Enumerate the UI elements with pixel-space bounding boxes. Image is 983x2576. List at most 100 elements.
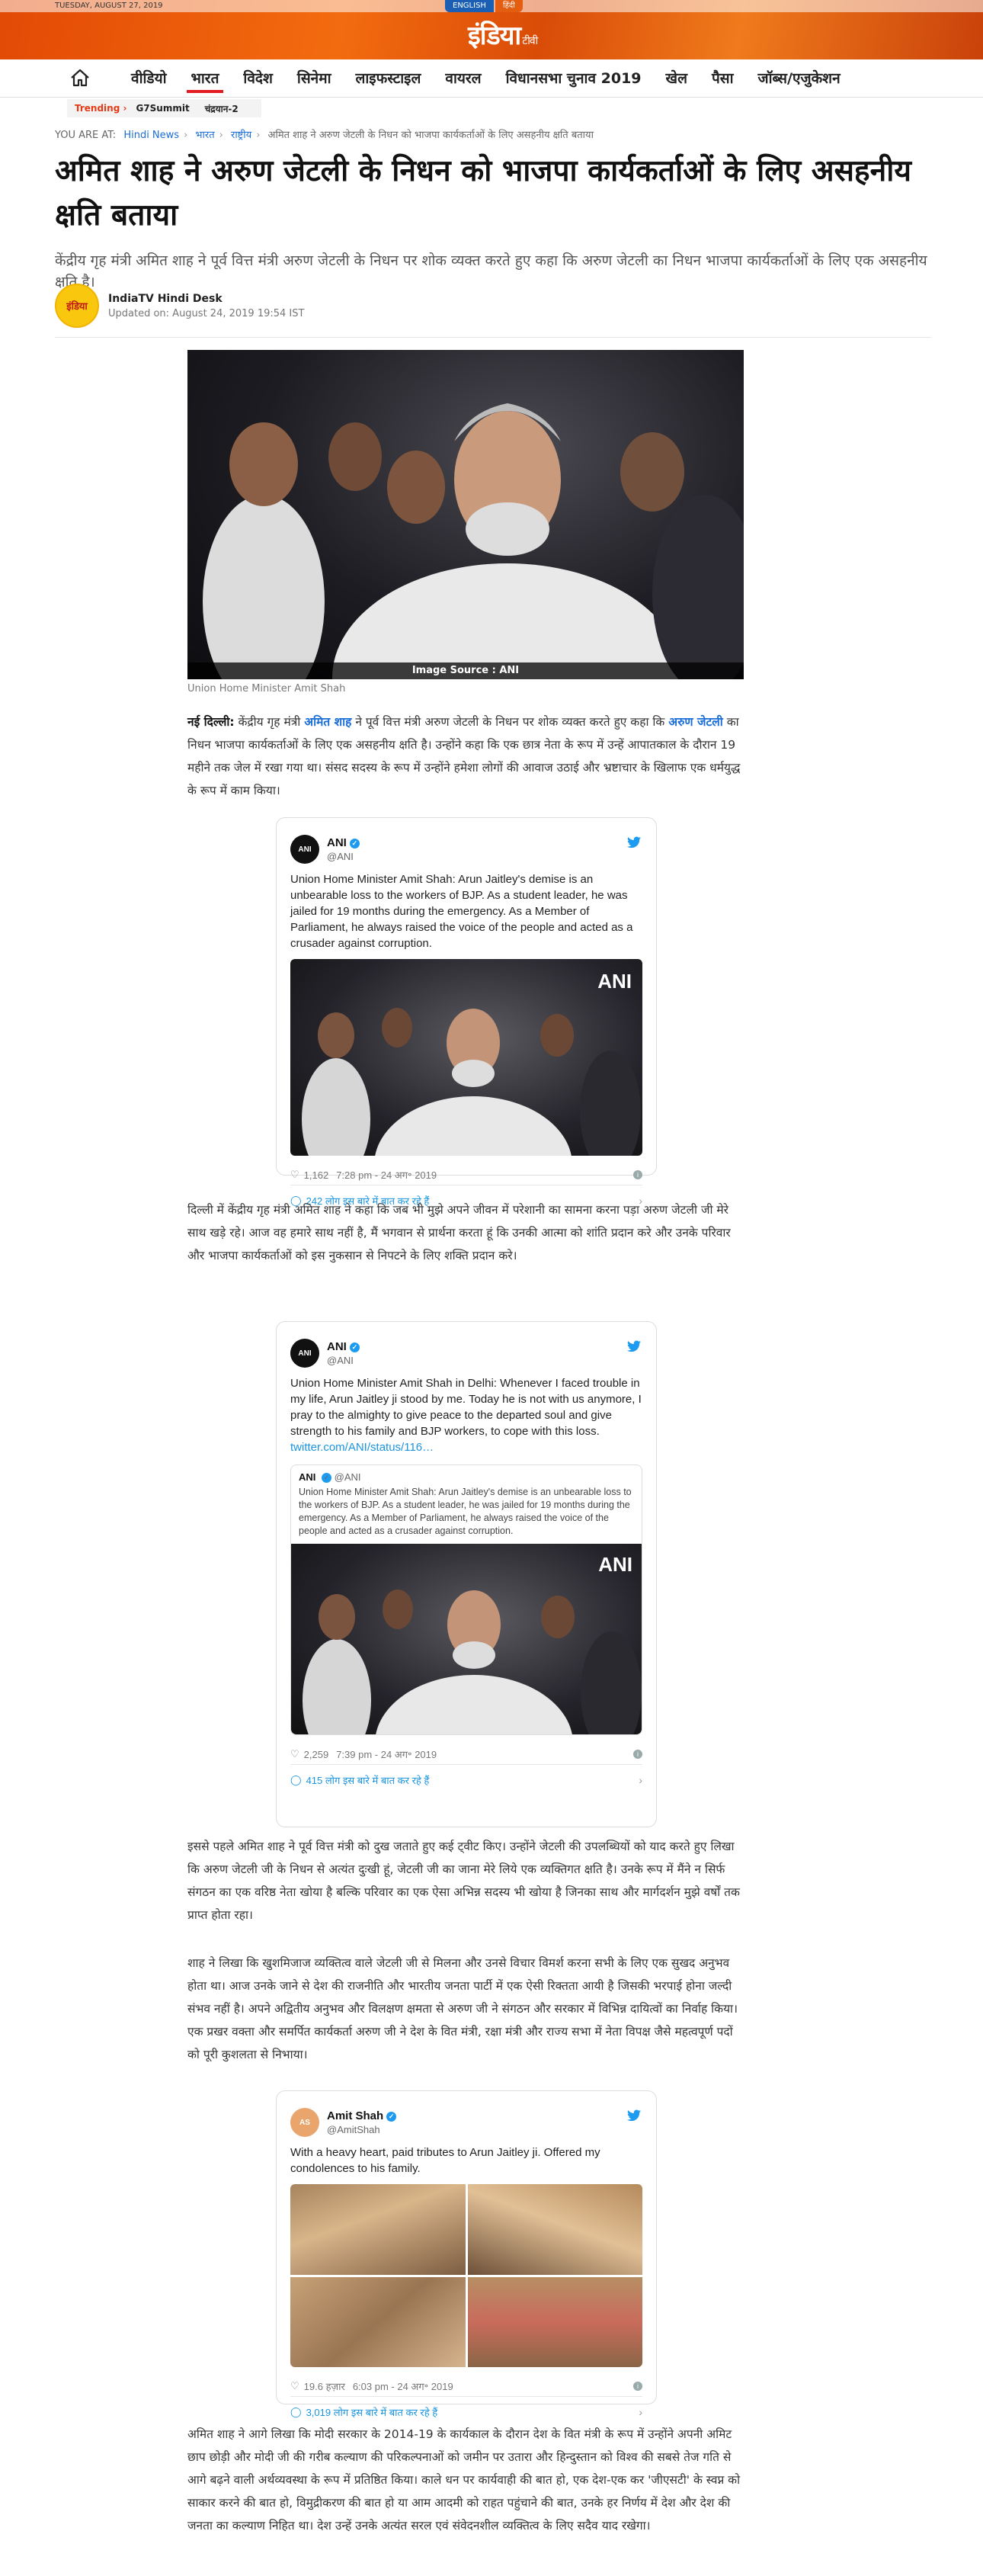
trending-link[interactable]: चंद्रयान-2 <box>205 102 239 115</box>
tweet-meta: ♡ 2,259 7:39 pm - 24 अग॰ 2019 i <box>277 1735 656 1764</box>
watermark: ANI <box>598 1553 632 1577</box>
twitter-bird-icon[interactable] <box>627 2109 641 2122</box>
tweet-author[interactable]: ANI ✓ <box>327 1340 360 1353</box>
tweet-time[interactable]: 7:39 pm - 24 अग॰ 2019 <box>336 1747 437 1761</box>
breadcrumb-home[interactable]: Hindi News <box>123 130 179 141</box>
info-icon[interactable]: i <box>633 2382 642 2391</box>
tag-link-amit-shah[interactable]: अमित शाह <box>304 715 351 729</box>
author-block: इंडिया IndiaTV Hindi Desk Updated on: Au… <box>55 284 304 328</box>
tweet-text: With a heavy heart, paid tributes to Aru… <box>290 2146 600 2175</box>
like-count: 1,162 <box>303 1169 329 1181</box>
twitter-bird-icon[interactable] <box>627 1340 641 1352</box>
tweet-avatar[interactable]: ANI <box>290 1339 319 1368</box>
tweet-conversation-link[interactable]: ◯ 415 लोग इस बारे में बात कर रहे हैं › <box>277 1765 656 1795</box>
like-count: 19.6 हज़ार <box>303 2381 345 2392</box>
author-name[interactable]: IndiaTV Hindi Desk <box>108 293 304 305</box>
tweet-photo[interactable] <box>467 2276 642 2367</box>
tweet-meta: ♡ 19.6 हज़ार 6:03 pm - 24 अग॰ 2019 i <box>277 2367 656 2396</box>
info-icon[interactable]: i <box>633 1170 642 1179</box>
tweet-time[interactable]: 6:03 pm - 24 अग॰ 2019 <box>353 2379 453 2393</box>
logo-text: इंडिया <box>468 21 521 51</box>
quoted-tweet[interactable]: ANI ✓ @ANI Union Home Minister Amit Shah… <box>290 1464 642 1736</box>
logo-tv: टीवी <box>522 35 538 47</box>
nav-item-world[interactable]: विदेश <box>231 59 285 98</box>
text: केंद्रीय गृह मंत्री <box>234 715 305 729</box>
tweet-handle[interactable]: @ANI <box>327 1355 354 1366</box>
embedded-tweet[interactable]: ANI ANI ✓ @ANI Union Home Minister Amit S… <box>276 817 657 1207</box>
breadcrumb-prefix: YOU ARE AT: <box>55 130 117 141</box>
breadcrumb-national[interactable]: राष्ट्रीय <box>231 130 251 141</box>
quoted-photo-illustration <box>303 1590 642 1735</box>
nav-item-elections[interactable]: विधानसभा चुनाव 2019 <box>494 59 654 98</box>
nav-item-sports[interactable]: खेल <box>654 59 700 98</box>
quoted-text: Union Home Minister Amit Shah: Arun Jait… <box>299 1487 632 1537</box>
dateline: नई दिल्ली: <box>187 715 235 729</box>
tweet-author-name: Amit Shah <box>327 2109 384 2122</box>
chevron-right-icon: › <box>639 2406 642 2418</box>
breadcrumb-india[interactable]: भारत <box>195 130 214 141</box>
quoted-author: ANI <box>299 1471 316 1483</box>
lang-hindi-link[interactable]: हिंदी <box>495 0 523 12</box>
home-icon[interactable] <box>70 69 90 87</box>
nav-item-jobs[interactable]: जॉब्स/एजुकेशन <box>746 59 853 98</box>
tweet-handle[interactable]: @ANI <box>327 851 354 862</box>
article-paragraph: शाह ने लिखा कि खुशमिजाज व्यक्तित्व वाले … <box>187 1956 738 2061</box>
heart-icon[interactable]: ♡ <box>290 2380 299 2392</box>
tweet-link[interactable]: twitter.com/ANI/status/116… <box>290 1441 434 1454</box>
tweet-author[interactable]: Amit Shah ✓ <box>327 2109 397 2122</box>
trending-label: Trending › <box>75 103 127 114</box>
tweet-avatar[interactable]: AS <box>290 2108 319 2137</box>
nav-item-viral[interactable]: वायरल <box>433 59 493 98</box>
tweet-time[interactable]: 7:28 pm - 24 अग॰ 2019 <box>336 1168 437 1182</box>
tweet-photo[interactable] <box>467 2184 642 2275</box>
heart-icon[interactable]: ♡ <box>290 1169 299 1181</box>
article-paragraph: दिल्ली में केंद्रीय गृह मंत्री अमित शाह … <box>187 1203 731 1262</box>
trending-bar: Trending › G7Summit चंद्रयान-2 <box>67 99 261 117</box>
tweet-photo-illustration <box>302 1008 641 1156</box>
comment-icon: ◯ <box>290 2406 302 2417</box>
lang-english-link[interactable]: ENGLISH <box>445 0 494 12</box>
twitter-bird-icon[interactable] <box>627 836 641 849</box>
tweet-avatar[interactable]: ANI <box>290 835 319 864</box>
embedded-tweet[interactable]: AS Amit Shah ✓ @AmitShah With a heavy hea… <box>276 2090 657 2418</box>
info-icon[interactable]: i <box>633 1750 642 1760</box>
tweet-body: Union Home Minister Amit Shah in Delhi: … <box>290 1377 642 1438</box>
nav-item-money[interactable]: पैसा <box>700 59 746 98</box>
verified-icon: ✓ <box>349 838 360 849</box>
article-paragraph: नई दिल्ली: केंद्रीय गृह मंत्री अमित शाह … <box>187 711 744 802</box>
quoted-image: ANI <box>291 1544 642 1735</box>
tweet-image[interactable]: ANI <box>290 959 642 1156</box>
trending-link[interactable]: G7Summit <box>136 103 189 114</box>
nav-item-india[interactable]: भारत <box>179 59 232 98</box>
tweet-author[interactable]: ANI ✓ <box>327 836 360 849</box>
nav-item-cinema[interactable]: सिनेमा <box>285 59 344 98</box>
watermark: ANI <box>597 970 632 993</box>
nav-item-lifestyle[interactable]: लाइफस्टाइल <box>344 59 434 98</box>
tweet-photo[interactable] <box>290 2184 466 2275</box>
tweet-meta: ♡ 1,162 7:28 pm - 24 अग॰ 2019 i <box>277 1156 656 1185</box>
verified-icon: ✓ <box>322 1473 332 1484</box>
article-title: अमित शाह ने अरुण जेटली के निधन को भाजपा … <box>55 154 912 233</box>
tweet-photo[interactable] <box>290 2276 466 2367</box>
nav-items: वीडियो भारत विदेश सिनेमा लाइफस्टाइल वायर… <box>119 59 853 98</box>
verified-icon: ✓ <box>349 1342 360 1352</box>
divider <box>55 337 931 338</box>
tweet-author-name: ANI <box>327 836 347 849</box>
conversation-text: 3,019 लोग इस बारे में बात कर रहे हैं <box>306 2407 438 2418</box>
article-paragraph: इससे पहले अमित शाह ने पूर्व वित्त मंत्री… <box>187 1840 740 1922</box>
quoted-handle: @ANI <box>334 1471 361 1483</box>
tweet-text: Union Home Minister Amit Shah in Delhi: … <box>277 1375 656 1455</box>
embedded-tweet[interactable]: ANI ANI ✓ @ANI Union Home Minister Amit S… <box>276 1321 657 1827</box>
verified-icon: ✓ <box>386 2111 397 2122</box>
image-caption: Union Home Minister Amit Shah <box>187 683 346 695</box>
conversation-text: 415 लोग इस बारे में बात कर रहे हैं <box>306 1775 430 1787</box>
article-paragraph: अमित शाह ने आगे लिखा कि मोदी सरकार के 20… <box>187 2427 741 2533</box>
site-logo[interactable]: इंडिया टीवी <box>468 17 538 52</box>
author-avatar: इंडिया <box>55 284 99 328</box>
heart-icon[interactable]: ♡ <box>290 1748 299 1760</box>
tag-link-arun-jaitley[interactable]: अरुण जेटली <box>668 715 723 729</box>
tweet-photo-grid[interactable] <box>290 2184 642 2367</box>
nav-item-videos[interactable]: वीडियो <box>119 59 179 98</box>
main-nav: वीडियो भारत विदेश सिनेमा लाइफस्टाइल वायर… <box>0 59 983 98</box>
tweet-handle[interactable]: @AmitShah <box>327 2124 380 2135</box>
